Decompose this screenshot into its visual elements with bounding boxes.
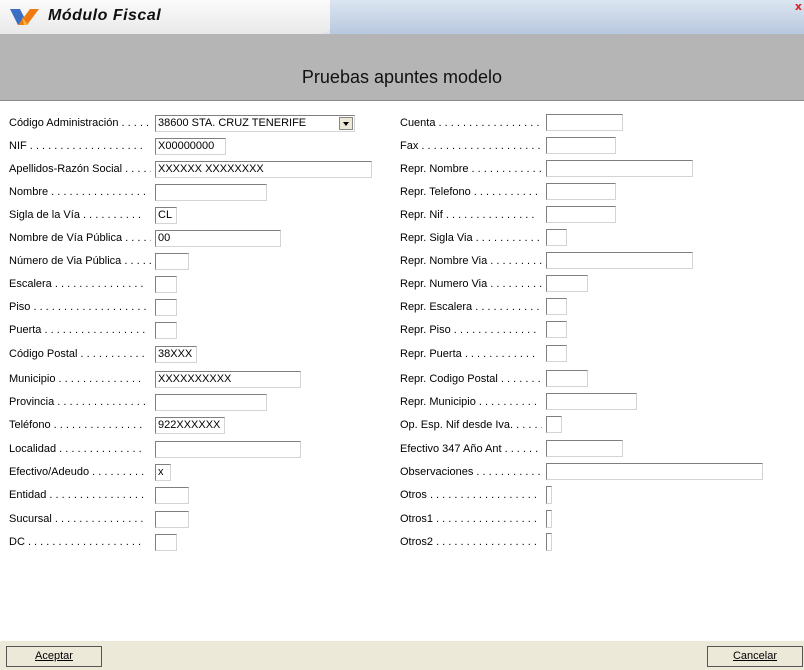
sigla-via-field[interactable]: CL xyxy=(155,207,177,224)
label-entidad: Entidad . . . . . . . . . . . . . . . . xyxy=(9,489,145,501)
accept-button[interactable]: Aceptar xyxy=(6,646,102,667)
label-efectivo-adeudo: Efectivo/Adeudo . . . . . . . . . xyxy=(9,466,145,478)
repr-municipio-field[interactable] xyxy=(546,393,637,410)
label-otros: Otros . . . . . . . . . . . . . . . . . … xyxy=(400,489,537,501)
app-title: Módulo Fiscal xyxy=(48,7,162,24)
repr-sigla-via-field[interactable] xyxy=(546,229,567,246)
observaciones-field[interactable] xyxy=(546,463,763,480)
otros2-checkbox[interactable] xyxy=(546,533,552,551)
label-puerta: Puerta . . . . . . . . . . . . . . . . . xyxy=(9,324,146,336)
label-op-esp-nif: Op. Esp. Nif desde Iva. . . . . . xyxy=(400,419,542,431)
label-nif: NIF . . . . . . . . . . . . . . . . . . … xyxy=(9,140,143,152)
label-repr-escalera: Repr. Escalera . . . . . . . . . . . xyxy=(400,301,540,313)
otros-checkbox[interactable] xyxy=(546,486,552,504)
sucursal-field[interactable] xyxy=(155,511,189,528)
label-repr-nombre-via: Repr. Nombre Via . . . . . . . . . xyxy=(400,255,542,267)
repr-piso-field[interactable] xyxy=(546,321,567,338)
piso-field[interactable] xyxy=(155,299,177,316)
label-nombre-via: Nombre de Vía Pública . . . . . xyxy=(9,232,151,244)
repr-telefono-field[interactable] xyxy=(546,183,616,200)
repr-numero-via-field[interactable] xyxy=(546,275,588,292)
label-sucursal: Sucursal . . . . . . . . . . . . . . . xyxy=(9,513,144,525)
label-repr-piso: Repr. Piso . . . . . . . . . . . . . . xyxy=(400,324,537,336)
nif-field[interactable]: X00000000 xyxy=(155,138,226,155)
label-apellidos: Apellidos-Razón Social . . . . . xyxy=(9,163,151,175)
footer-bar xyxy=(0,641,804,670)
label-repr-codigo-postal: Repr. Codigo Postal . . . . . . . xyxy=(400,373,541,385)
label-numero-via: Número de Via Pública . . . . . xyxy=(9,255,151,267)
apellidos-field[interactable]: XXXXXX XXXXXXXX xyxy=(155,161,372,178)
label-fax: Fax . . . . . . . . . . . . . . . . . . … xyxy=(400,140,541,152)
form-body: Código Administración . . . . . . 38600 … xyxy=(0,101,804,641)
label-sigla-via: Sigla de la Vía . . . . . . . . . . xyxy=(9,209,142,221)
chevron-down-icon[interactable] xyxy=(339,117,353,130)
label-telefono: Teléfono . . . . . . . . . . . . . . . xyxy=(9,419,143,431)
title-bar-gradient xyxy=(330,0,804,34)
provincia-field[interactable] xyxy=(155,394,267,411)
entidad-field[interactable] xyxy=(155,487,189,504)
label-nombre: Nombre . . . . . . . . . . . . . . . . xyxy=(9,186,146,198)
cuenta-field[interactable] xyxy=(546,114,623,131)
label-repr-municipio: Repr. Municipio . . . . . . . . . . xyxy=(400,396,537,408)
numero-via-field[interactable] xyxy=(155,253,189,270)
label-repr-telefono: Repr. Telefono . . . . . . . . . . . xyxy=(400,186,538,198)
close-icon[interactable]: x xyxy=(795,0,802,13)
repr-nombre-via-field[interactable] xyxy=(546,252,693,269)
label-localidad: Localidad . . . . . . . . . . . . . . xyxy=(9,443,142,455)
puerta-field[interactable] xyxy=(155,322,177,339)
nombre-via-field[interactable]: 00 xyxy=(155,230,281,247)
repr-codigo-postal-field[interactable] xyxy=(546,370,588,387)
efectivo-347-field[interactable] xyxy=(546,440,623,457)
label-otros2: Otros2 . . . . . . . . . . . . . . . . . xyxy=(400,536,537,548)
label-escalera: Escalera . . . . . . . . . . . . . . . xyxy=(9,278,144,290)
app-logo-icon xyxy=(10,9,39,25)
label-otros1: Otros1 . . . . . . . . . . . . . . . . . xyxy=(400,513,537,525)
label-codigo-administracion: Código Administración . . . . . . xyxy=(9,117,151,129)
otros1-checkbox[interactable] xyxy=(546,510,552,528)
nombre-field[interactable] xyxy=(155,184,267,201)
escalera-field[interactable] xyxy=(155,276,177,293)
cancel-button-label: Cancelar xyxy=(732,650,778,662)
label-codigo-postal: Código Postal . . . . . . . . . . . xyxy=(9,348,145,360)
label-repr-numero-via: Repr. Numero Via . . . . . . . . . xyxy=(400,278,542,290)
municipio-field[interactable]: XXXXXXXXXX xyxy=(155,371,301,388)
label-repr-nombre: Repr. Nombre . . . . . . . . . . . . xyxy=(400,163,542,175)
accept-button-label: Aceptar xyxy=(35,650,73,662)
repr-nif-field[interactable] xyxy=(546,206,616,223)
codigo-administracion-select[interactable]: 38600 STA. CRUZ TENERIFE xyxy=(155,115,355,132)
localidad-field[interactable] xyxy=(155,441,301,458)
repr-nombre-field[interactable] xyxy=(546,160,693,177)
op-esp-nif-field[interactable] xyxy=(546,416,562,433)
label-repr-sigla-via: Repr. Sigla Via . . . . . . . . . . . xyxy=(400,232,540,244)
form-heading: Pruebas apuntes modelo xyxy=(301,67,503,87)
label-observaciones: Observaciones . . . . . . . . . . . xyxy=(400,466,541,478)
efectivo-adeudo-field[interactable]: x xyxy=(155,464,171,481)
cancel-button[interactable]: Cancelar xyxy=(707,646,803,667)
dc-field[interactable] xyxy=(155,534,177,551)
fax-field[interactable] xyxy=(546,137,616,154)
label-dc: DC . . . . . . . . . . . . . . . . . . . xyxy=(9,536,142,548)
repr-puerta-field[interactable] xyxy=(546,345,567,362)
label-municipio: Municipio . . . . . . . . . . . . . . xyxy=(9,373,142,385)
codigo-postal-field[interactable]: 38XXX xyxy=(155,346,197,363)
label-piso: Piso . . . . . . . . . . . . . . . . . .… xyxy=(9,301,147,313)
label-efectivo-347: Efectivo 347 Año Ant . . . . . . xyxy=(400,443,539,455)
title-bar: Módulo Fiscal x xyxy=(0,0,804,34)
repr-escalera-field[interactable] xyxy=(546,298,567,315)
label-repr-nif: Repr. Nif . . . . . . . . . . . . . . . xyxy=(400,209,535,221)
label-cuenta: Cuenta . . . . . . . . . . . . . . . . . xyxy=(400,117,540,129)
label-repr-puerta: Repr. Puerta . . . . . . . . . . . . xyxy=(400,348,536,360)
label-provincia: Provincia . . . . . . . . . . . . . . . xyxy=(9,396,146,408)
telefono-field[interactable]: 922XXXXXX xyxy=(155,417,225,434)
select-value: 38600 STA. CRUZ TENERIFE xyxy=(158,117,307,129)
